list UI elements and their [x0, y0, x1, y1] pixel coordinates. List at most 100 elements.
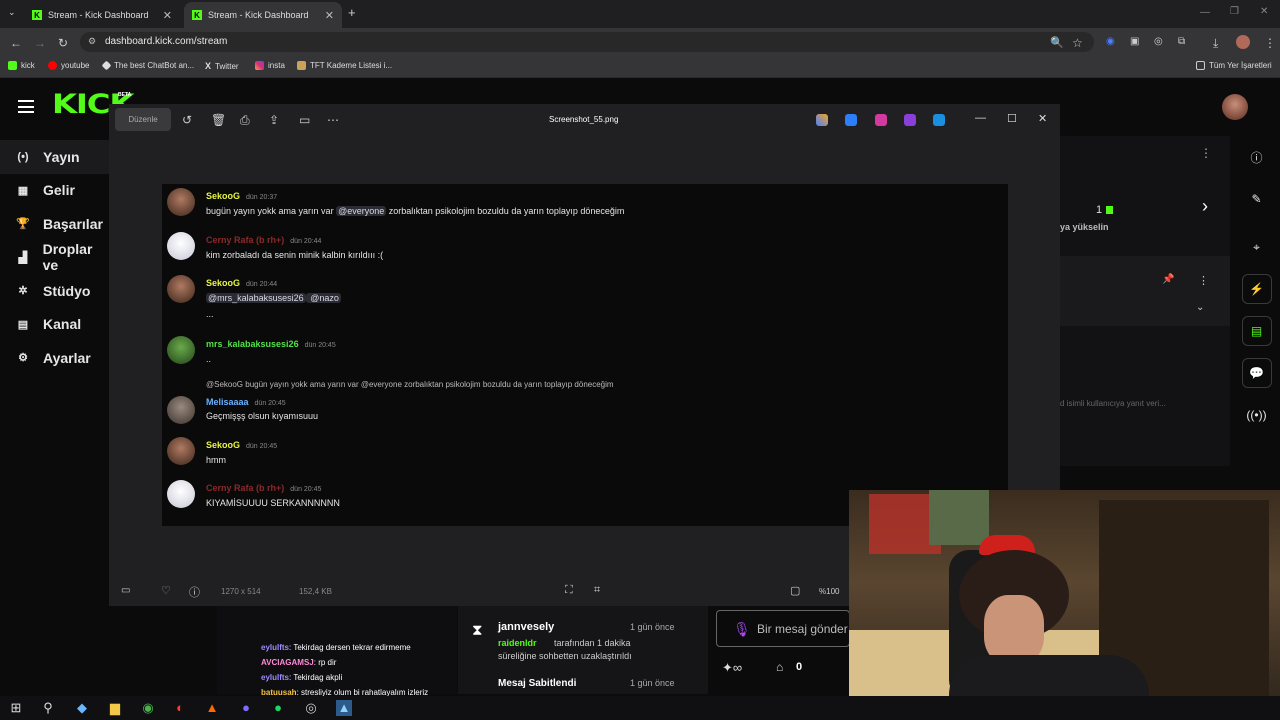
message-text: hmm — [206, 455, 226, 465]
emote-infinity-icon[interactable]: ✦∞ — [722, 660, 742, 676]
delete-icon[interactable]: 🗑 — [211, 113, 226, 127]
broadcast-icon[interactable]: ((•)) — [1242, 400, 1272, 430]
sidebar-item-basarilar[interactable]: 🏆 Başarılar — [0, 207, 110, 241]
close-icon[interactable]: ✕ — [163, 9, 172, 22]
more-options-icon[interactable]: ⋮ — [1198, 274, 1209, 287]
windows-start-icon[interactable]: ⊞ — [8, 700, 24, 716]
filmstrip-icon[interactable]: ▭ — [121, 585, 130, 596]
extension-icon[interactable]: ▣ — [1130, 36, 1139, 47]
zoom-level[interactable]: %100 — [819, 587, 839, 596]
photos-app-icon[interactable]: ▲ — [336, 700, 352, 716]
sidebar-item-ayarlar[interactable]: ⚙ Ayarlar — [0, 341, 110, 375]
browser-tab[interactable]: K Stream - Kick Dashboard ✕ — [24, 2, 180, 28]
mod-text: süreliğine sohbetten uzaklaştırıldı — [498, 651, 632, 661]
browser-tab-active[interactable]: K Stream - Kick Dashboard ✕ — [184, 2, 342, 28]
screenshot-image: SekooG dün 20:37 bugün yayın yokk ama yar… — [162, 184, 1008, 526]
bookmark-kick[interactable]: kick — [8, 61, 35, 70]
chat-message-input[interactable]: 🎙 Bir mesaj gönder — [716, 610, 850, 647]
sidebar-item-droplar[interactable]: ▟ Droplar ve — [0, 241, 110, 275]
new-tab-button[interactable]: + — [348, 5, 356, 20]
user-avatar[interactable] — [1222, 94, 1248, 120]
discord-icon[interactable]: ● — [238, 700, 254, 716]
hamburger-menu-icon[interactable] — [18, 100, 34, 113]
info-icon[interactable]: ⓘ — [1242, 142, 1272, 172]
slideshow-icon[interactable]: ▭ — [299, 113, 310, 127]
sidebar-item-yayin[interactable]: (•) Yayın — [0, 140, 110, 174]
info-icon[interactable]: ⓘ — [189, 584, 200, 600]
close-icon[interactable]: ✕ — [1038, 112, 1047, 125]
bookmark-star-icon[interactable]: ☆ — [1072, 36, 1083, 50]
maximize-icon[interactable]: ☐ — [1007, 112, 1017, 125]
media-player-icon[interactable]: ◐ — [172, 700, 188, 716]
favorite-heart-icon[interactable]: ♡ — [161, 584, 171, 597]
rotate-icon[interactable]: ↺ — [182, 113, 192, 127]
close-icon[interactable]: ✕ — [325, 9, 334, 22]
more-options-icon[interactable]: ⋮ — [1200, 146, 1212, 160]
clipchamp-icon[interactable] — [875, 114, 887, 126]
bookmark-twitter[interactable]: X Twitter — [205, 61, 239, 71]
crop-icon[interactable]: ⌗ — [594, 584, 600, 597]
copilot-icon[interactable] — [816, 114, 828, 126]
bookmark-insta[interactable]: insta — [255, 61, 285, 70]
pinned-label: Mesaj Sabitlendi — [498, 678, 577, 689]
extension-icon[interactable]: ◉ — [1106, 36, 1115, 47]
onedrive-icon[interactable] — [933, 114, 945, 126]
lightning-icon[interactable]: ⚡ — [1241, 274, 1272, 304]
chat-bubble-icon[interactable]: 💬 — [1241, 358, 1272, 388]
pinned-time: 1 gün önce — [630, 678, 675, 688]
zoom-icon[interactable]: 🔍 — [1050, 36, 1064, 49]
chevron-right-icon[interactable]: › — [1202, 196, 1208, 217]
maximize-icon[interactable]: ❐ — [1230, 6, 1239, 17]
scan-icon[interactable]: ⌖ — [1242, 232, 1272, 262]
bg-count: 1 — [1096, 204, 1103, 216]
fit-icon[interactable]: ⛶ — [565, 584, 573, 597]
close-window-icon[interactable]: ✕ — [1260, 6, 1268, 17]
all-bookmarks[interactable]: Tüm Yer İşaretleri — [1196, 61, 1272, 70]
notes-icon[interactable]: ▤ — [1241, 316, 1272, 346]
back-icon[interactable]: ← — [10, 36, 22, 50]
file-explorer-icon[interactable]: ▆ — [107, 700, 123, 716]
minimize-icon[interactable]: — — [1200, 7, 1210, 18]
composer-placeholder: Bir mesaj gönder — [757, 622, 848, 636]
forward-icon[interactable]: → — [34, 36, 46, 50]
obs-icon[interactable]: ◎ — [303, 700, 319, 716]
site-info-icon[interactable]: ⚙ — [88, 36, 96, 47]
chevron-down-icon[interactable]: ⌄ — [1196, 302, 1204, 313]
bookmark-youtube[interactable]: youtube — [48, 61, 89, 70]
extension-icon[interactable]: ◎ — [1154, 36, 1163, 47]
green-badge-icon — [1106, 206, 1113, 214]
app-icon[interactable] — [904, 114, 916, 126]
pin-icon[interactable]: 📌 — [1162, 274, 1174, 285]
spotify-icon[interactable]: ● — [270, 700, 286, 716]
extensions-puzzle-icon[interactable]: ⧉ — [1178, 36, 1185, 47]
brave-icon[interactable]: ▲ — [204, 700, 220, 716]
bookmark-tft[interactable]: TFT Kademe Listesi i... — [297, 61, 392, 70]
download-icon[interactable]: ⤓ — [1213, 36, 1218, 51]
print-icon[interactable]: ⎙ — [240, 113, 250, 128]
pencil-icon[interactable]: ✎ — [1242, 184, 1272, 214]
chrome-icon[interactable]: ◉ — [140, 700, 156, 716]
kick-favicon-icon: K — [32, 10, 42, 20]
minimize-icon[interactable]: — — [975, 112, 986, 124]
chat-line: eylulfts: Tekirdag akpli — [261, 673, 343, 682]
edit-button[interactable]: Düzenle — [115, 108, 171, 131]
bookmark-chatbot[interactable]: The best ChatBot an... — [101, 60, 194, 71]
gift-icon[interactable]: ⌂ — [776, 660, 783, 674]
sidebar-item-studyo[interactable]: ✲ Stüdyo — [0, 274, 110, 308]
sidebar-item-kanal[interactable]: ▤ Kanal — [0, 308, 110, 342]
sidebar-item-gelir[interactable]: ▦ Gelir — [0, 174, 110, 208]
message-text: KIYAMİSUUUU SERKANNNNNN — [206, 498, 340, 508]
menu-dots-icon[interactable]: ⋮ — [1264, 36, 1276, 50]
share-icon[interactable]: ⇪ — [269, 113, 279, 127]
message-text: ... — [206, 309, 214, 319]
tab-search-icon[interactable]: ⌄ — [8, 7, 16, 18]
address-bar[interactable]: dashboard.kick.com/stream — [80, 32, 1094, 52]
reload-icon[interactable]: ↻ — [58, 36, 68, 50]
profile-avatar[interactable] — [1236, 35, 1250, 49]
steam-icon[interactable]: ◆ — [74, 700, 90, 716]
editor-icon[interactable] — [845, 114, 857, 126]
search-icon[interactable]: ⚲ — [40, 700, 56, 716]
more-icon[interactable]: ⋯ — [327, 113, 339, 127]
actual-size-icon[interactable]: ▢ — [790, 584, 800, 597]
microphone-icon[interactable]: 🎙 — [733, 611, 751, 646]
